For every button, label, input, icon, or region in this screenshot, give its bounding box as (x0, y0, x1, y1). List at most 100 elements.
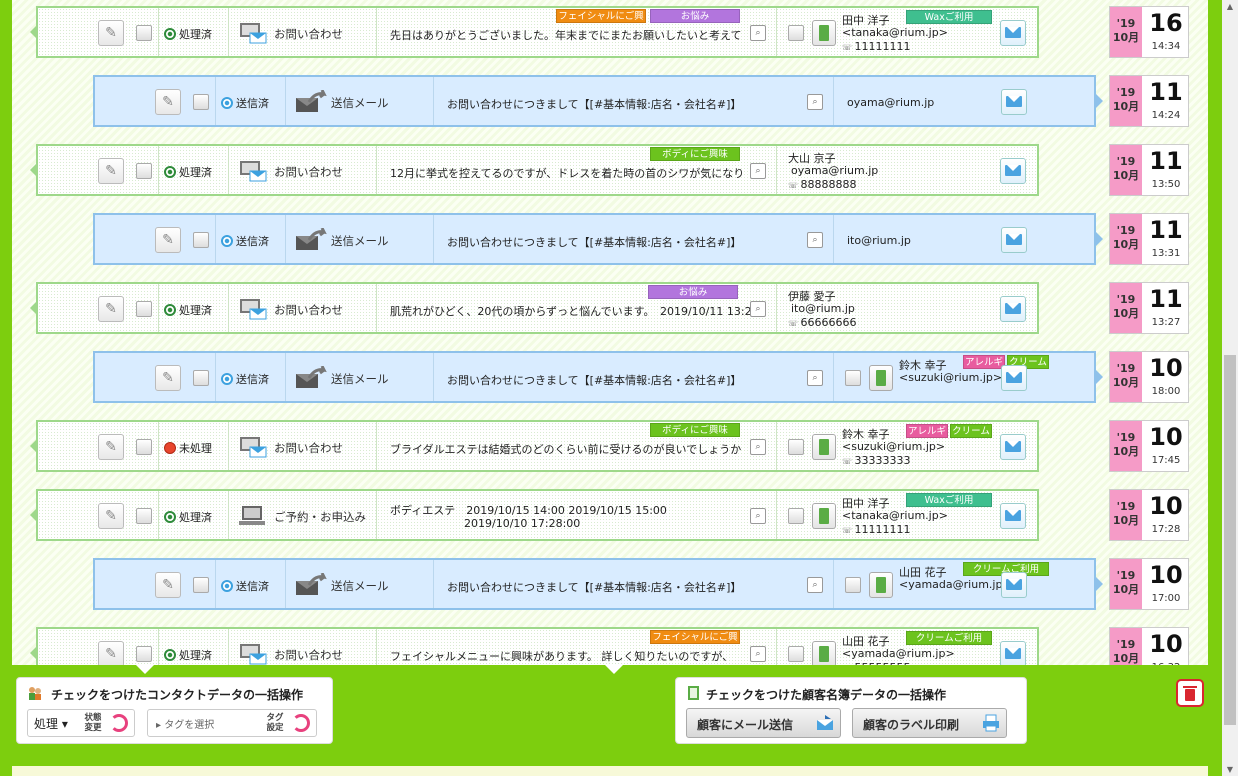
send-mail-icon[interactable] (1000, 641, 1026, 667)
status-indicator: 送信済 (221, 233, 269, 249)
divider (215, 77, 216, 125)
people-icon (29, 687, 41, 700)
footer-pointer (136, 665, 154, 674)
delete-trash-icon[interactable] (1176, 679, 1204, 707)
address-book-icon (688, 686, 699, 700)
footer-pointer (605, 665, 623, 674)
send-mail-icon[interactable] (1000, 296, 1026, 322)
tag-set-button[interactable]: タグ 設定 (264, 713, 286, 733)
scroll-down-arrow[interactable]: ▼ (1225, 765, 1235, 774)
customer-checkbox[interactable] (788, 646, 804, 662)
customer-checkbox[interactable] (788, 439, 804, 455)
preview-icon[interactable]: ⌕ (750, 439, 766, 455)
status-select[interactable]: 処理 ▾ (34, 715, 68, 732)
send-mail-icon[interactable] (1000, 20, 1026, 46)
customer-checkbox[interactable] (788, 25, 804, 41)
address-book-icon[interactable] (869, 365, 893, 391)
message-preview[interactable]: フェイシャルメニューに興味があります。 詳しく知りたいのですが、 (390, 648, 785, 664)
scroll-thumb[interactable] (1224, 355, 1236, 725)
address-book-icon[interactable] (812, 503, 836, 529)
send-mail-icon[interactable] (1000, 158, 1026, 184)
send-mail-icon[interactable] (1001, 365, 1027, 391)
send-mail-icon[interactable] (1001, 227, 1027, 253)
message-preview[interactable]: お問い合わせにつきまして【[#基本情報:店名・会社名#]】 (447, 372, 842, 388)
preview-icon[interactable]: ⌕ (750, 508, 766, 524)
contact-row[interactable]: ✎ 処理済 ご予約・お申込み ボディエステ 2019/10/15 14:00 2019… (30, 489, 1039, 541)
contact-row[interactable]: ✎ 処理済 お問い合わせ 肌荒れがひどく、20代の頃からずっと悩んでいます。 2019… (30, 282, 1039, 334)
time-label: 17:28 (1151, 524, 1181, 535)
row-checkbox[interactable] (136, 25, 152, 41)
preview-icon[interactable]: ⌕ (807, 370, 823, 386)
contact-row[interactable]: ✎ 未処理 お問い合わせ ブライダルエステは結婚式のどのくらい前に受けるのが良いでしょ… (30, 420, 1039, 472)
row-checkbox[interactable] (136, 646, 152, 662)
preview-icon[interactable]: ⌕ (750, 25, 766, 41)
edit-pencil-icon[interactable]: ✎ (155, 227, 181, 253)
address-book-icon[interactable] (812, 641, 836, 667)
print-customer-labels-button[interactable]: 顧客のラベル印刷 (852, 708, 1007, 738)
edit-pencil-icon[interactable]: ✎ (98, 434, 124, 460)
preview-icon[interactable]: ⌕ (750, 301, 766, 317)
edit-pencil-icon[interactable]: ✎ (98, 20, 124, 46)
vertical-scrollbar[interactable]: ▲ ▼ (1222, 0, 1238, 776)
send-mail-icon[interactable] (1000, 434, 1026, 460)
status-icon (164, 649, 176, 661)
row-checkbox[interactable] (193, 94, 209, 110)
customer-checkbox[interactable] (845, 577, 861, 593)
address-book-icon[interactable] (812, 434, 836, 460)
send-mail-icon[interactable] (1001, 89, 1027, 115)
message-preview[interactable]: 肌荒れがひどく、20代の頃からずっと悩んでいます。 2019/10/11 13:… (390, 303, 785, 319)
row-checkbox[interactable] (136, 163, 152, 179)
contact-row[interactable]: ✎ 処理済 お問い合わせ 先日はありがとうございました。年末までにまたお願いしたいと考… (30, 6, 1039, 58)
row-checkbox[interactable] (193, 370, 209, 386)
contact-row[interactable]: ✎ 送信済 送信メール お問い合わせにつきまして【[#基本情報:店名・会社名#]】 ⌕ 鈴… (93, 351, 1103, 403)
message-preview-line2: 2019/10/10 17:28:00 (464, 517, 581, 530)
row-checkbox[interactable] (193, 232, 209, 248)
preview-icon[interactable]: ⌕ (750, 646, 766, 662)
message-preview[interactable]: お問い合わせにつきまして【[#基本情報:店名・会社名#]】 (447, 96, 842, 112)
edit-pencil-icon[interactable]: ✎ (98, 503, 124, 529)
edit-pencil-icon[interactable]: ✎ (155, 572, 181, 598)
address-book-icon[interactable] (812, 20, 836, 46)
scroll-up-arrow[interactable]: ▲ (1225, 2, 1235, 11)
edit-pencil-icon[interactable]: ✎ (98, 296, 124, 322)
customer-checkbox[interactable] (788, 508, 804, 524)
preview-icon[interactable]: ⌕ (807, 94, 823, 110)
edit-pencil-icon[interactable]: ✎ (155, 89, 181, 115)
address-book-icon[interactable] (869, 572, 893, 598)
contact-row[interactable]: ✎ 送信済 送信メール お問い合わせにつきまして【[#基本情報:店名・会社名#]】 ⌕ 山… (93, 558, 1103, 610)
message-preview[interactable]: 先日はありがとうございました。年末までにまたお願いしたいと考えて (390, 27, 785, 43)
contact-row[interactable]: ✎ 送信済 送信メール お問い合わせにつきまして【[#基本情報:店名・会社名#]】 ⌕ i… (93, 213, 1103, 265)
tag-select[interactable]: ▸ タグを選択 (156, 716, 214, 731)
refresh-status-icon[interactable] (110, 714, 128, 732)
row-checkbox[interactable] (136, 301, 152, 317)
refresh-tag-icon[interactable] (292, 714, 310, 732)
edit-pencil-icon[interactable]: ✎ (155, 365, 181, 391)
time-label: 13:27 (1151, 317, 1181, 328)
status-label: 送信済 (236, 235, 269, 248)
row-checkbox[interactable] (136, 508, 152, 524)
send-mail-icon[interactable] (1000, 503, 1026, 529)
edit-pencil-icon[interactable]: ✎ (98, 641, 124, 667)
message-preview[interactable]: ブライダルエステは結婚式のどのくらい前に受けるのが良いでしょうか (390, 441, 785, 457)
row-checkbox[interactable] (193, 577, 209, 593)
send-mail-to-customers-button[interactable]: 顧客にメール送信 (686, 708, 841, 738)
preview-icon[interactable]: ⌕ (750, 163, 766, 179)
customer-checkbox[interactable] (845, 370, 861, 386)
contact-row[interactable]: ✎ 送信済 送信メール お問い合わせにつきまして【[#基本情報:店名・会社名#]】 ⌕ o… (93, 75, 1103, 127)
send-mail-icon[interactable] (1001, 572, 1027, 598)
message-preview[interactable]: お問い合わせにつきまして【[#基本情報:店名・会社名#]】 (447, 579, 842, 595)
year-month: '19 10月 (1110, 145, 1142, 195)
preview-icon[interactable]: ⌕ (807, 577, 823, 593)
contact-row[interactable]: ✎ 処理済 お問い合わせ 12月に挙式を控えてるのですが、ドレスを着た時の首のシワが気… (30, 144, 1039, 196)
phone-number: 11111111 (854, 523, 911, 536)
message-preview[interactable]: お問い合わせにつきまして【[#基本情報:店名・会社名#]】 (447, 234, 842, 250)
row-checkbox[interactable] (136, 439, 152, 455)
edit-pencil-icon[interactable]: ✎ (98, 158, 124, 184)
message-preview[interactable]: 12月に挙式を控えてるのですが、ドレスを着た時の首のシワが気になり (390, 165, 785, 181)
message-preview[interactable]: ボディエステ 2019/10/15 14:00 2019/10/15 15:00 (390, 502, 667, 518)
status-change-button[interactable]: 状態 変更 (82, 713, 104, 733)
divider (376, 146, 377, 194)
row-pointer (30, 507, 38, 523)
preview-icon[interactable]: ⌕ (807, 232, 823, 248)
print-labels-label: 顧客のラベル印刷 (863, 718, 960, 732)
